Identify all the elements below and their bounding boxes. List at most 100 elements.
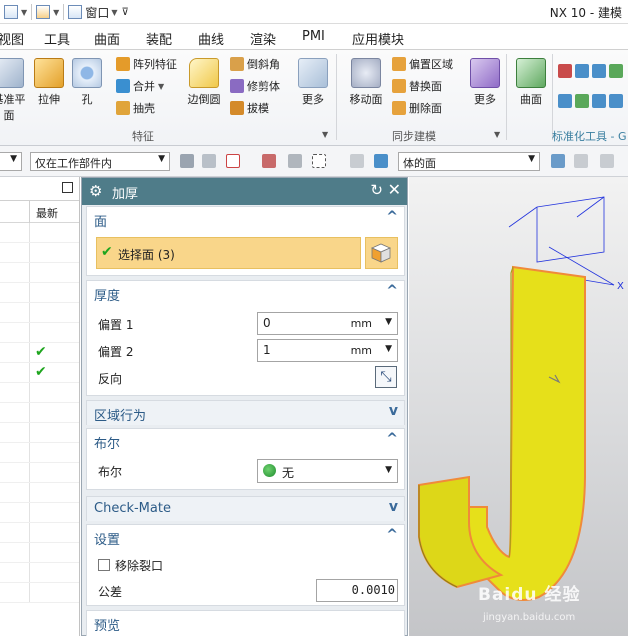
chevron-down-icon[interactable]: ▼ — [322, 130, 328, 139]
chevron-up-icon[interactable]: ^ — [386, 209, 398, 225]
select-box-icon[interactable] — [226, 154, 240, 168]
brush-icon[interactable] — [36, 5, 51, 19]
list-item[interactable] — [0, 443, 79, 463]
delete-face-button[interactable]: 删除面 — [392, 100, 442, 116]
checkmate-section-header[interactable]: Check-Mate v — [87, 497, 404, 521]
list-item[interactable] — [0, 423, 79, 443]
menu-view[interactable]: 视图 — [0, 29, 24, 48]
menu-curve[interactable]: 曲线 — [198, 29, 224, 48]
face-select-button[interactable] — [365, 237, 398, 269]
list-item[interactable] — [0, 483, 79, 503]
undo-icon[interactable] — [4, 5, 18, 19]
tool-icon[interactable] — [592, 64, 606, 78]
chamfer-button[interactable]: 倒斜角 — [230, 56, 280, 72]
window-menu[interactable]: 窗口 — [85, 4, 109, 21]
draft-button[interactable]: 拔模 — [230, 100, 269, 116]
chevron-up-icon[interactable]: ^ — [386, 283, 398, 299]
datum-plane-button[interactable]: 基准平面 — [0, 58, 26, 123]
move-face-button[interactable]: 移动面 — [346, 58, 386, 107]
list-item[interactable] — [0, 523, 79, 543]
snap-icon[interactable] — [180, 154, 194, 168]
trim-body-button[interactable]: 修剪体 — [230, 78, 280, 94]
tool-icon[interactable] — [575, 64, 589, 78]
boolean-section-header[interactable]: 布尔 ^ — [87, 429, 404, 453]
list-item[interactable] — [0, 263, 79, 283]
more-sync-button[interactable]: 更多 — [470, 58, 500, 107]
chevron-down-icon[interactable]: ▼ — [53, 8, 59, 17]
snap-icon[interactable] — [202, 154, 216, 168]
reverse-direction-button[interactable]: ⤡ — [375, 366, 397, 388]
list-item[interactable] — [0, 323, 79, 343]
settings-section-header[interactable]: 设置 ^ — [87, 525, 404, 549]
unite-button[interactable]: 合并 ▼ — [116, 78, 164, 94]
tolerance-field[interactable]: 0.0010 — [316, 579, 398, 602]
chevron-down-icon[interactable]: ▼ — [385, 317, 392, 327]
graphics-viewport[interactable]: X — [409, 177, 628, 636]
scope-select[interactable]: 仅在工作部件内 ▼ — [30, 152, 170, 171]
shell-button[interactable]: 抽壳 — [116, 100, 155, 116]
menu-application[interactable]: 应用模块 — [352, 29, 404, 48]
rectangle-select-icon[interactable] — [312, 154, 326, 168]
menu-assembly[interactable]: 装配 — [146, 29, 172, 48]
chevron-down-icon[interactable]: v — [389, 403, 398, 419]
maximize-icon[interactable] — [62, 182, 73, 193]
cube-icon[interactable] — [374, 154, 388, 168]
tool-icon[interactable] — [558, 64, 572, 78]
arrow-icon[interactable] — [551, 154, 565, 168]
thickness-section-header[interactable]: 厚度 ^ — [87, 281, 404, 305]
pattern-feature-button[interactable]: 阵列特征 — [116, 56, 177, 72]
replace-face-button[interactable]: 替换面 — [392, 78, 442, 94]
offset2-field[interactable]: 1 mm ▼ — [257, 339, 398, 362]
tool-icon[interactable] — [558, 94, 572, 108]
tool-icon[interactable] — [575, 94, 589, 108]
surface-button[interactable]: 曲面 — [514, 58, 548, 107]
list-item[interactable] — [0, 583, 79, 603]
chevron-down-icon[interactable]: v — [389, 499, 398, 515]
snap-icon[interactable] — [262, 154, 276, 168]
chevron-down-icon[interactable]: ▼ — [111, 8, 117, 17]
select-face-row[interactable]: ✔ 选择面 (3) — [96, 237, 361, 269]
list-item[interactable] — [0, 223, 79, 243]
type-filter-select[interactable]: ▼ — [0, 152, 22, 171]
snap-icon[interactable] — [574, 154, 588, 168]
boolean-select[interactable]: 无 ▼ — [257, 459, 398, 483]
snap-icon[interactable] — [288, 154, 302, 168]
list-item[interactable]: ✔ — [0, 343, 79, 363]
thickened-part[interactable] — [418, 265, 586, 602]
list-item[interactable] — [0, 543, 79, 563]
close-icon[interactable]: ✕ — [388, 180, 401, 199]
offset-region-button[interactable]: 偏置区域 — [392, 56, 453, 72]
list-item[interactable] — [0, 563, 79, 583]
list-item[interactable] — [0, 243, 79, 263]
menu-surface[interactable]: 曲面 — [94, 29, 120, 48]
list-item[interactable]: ✔ — [0, 363, 79, 383]
edge-blend-button[interactable]: 边倒圆 — [186, 58, 222, 107]
customize-icon[interactable]: ⊽ — [121, 7, 128, 18]
menu-tools[interactable]: 工具 — [44, 29, 70, 48]
snap-icon[interactable] — [600, 154, 614, 168]
chevron-down-icon[interactable]: ▼ — [21, 8, 27, 17]
chevron-down-icon[interactable]: ▼ — [494, 130, 500, 139]
face-section-header[interactable]: 面 ^ — [87, 207, 404, 231]
list-item[interactable] — [0, 403, 79, 423]
snap-icon[interactable] — [350, 154, 364, 168]
list-item[interactable] — [0, 503, 79, 523]
more-features-button[interactable]: 更多 — [296, 58, 330, 107]
chevron-down-icon[interactable]: ▼ — [385, 344, 392, 354]
chevron-up-icon[interactable]: ^ — [386, 431, 398, 447]
tool-icon[interactable] — [609, 64, 623, 78]
tool-icon[interactable] — [592, 94, 606, 108]
preview-section-header[interactable]: 预览 — [87, 611, 404, 635]
extrude-button[interactable]: 拉伸 — [34, 58, 64, 107]
reset-icon[interactable]: ↻ — [370, 181, 383, 199]
tool-icon[interactable] — [609, 94, 623, 108]
model-view[interactable]: X — [409, 177, 628, 636]
menu-pmi[interactable]: PMI — [302, 29, 325, 44]
list-item[interactable] — [0, 303, 79, 323]
remove-gap-checkbox[interactable] — [98, 559, 110, 571]
menu-render[interactable]: 渲染 — [250, 29, 276, 48]
list-item[interactable] — [0, 463, 79, 483]
list-item[interactable] — [0, 283, 79, 303]
chevron-up-icon[interactable]: ^ — [386, 527, 398, 543]
column-latest[interactable]: 最新 — [36, 205, 58, 221]
